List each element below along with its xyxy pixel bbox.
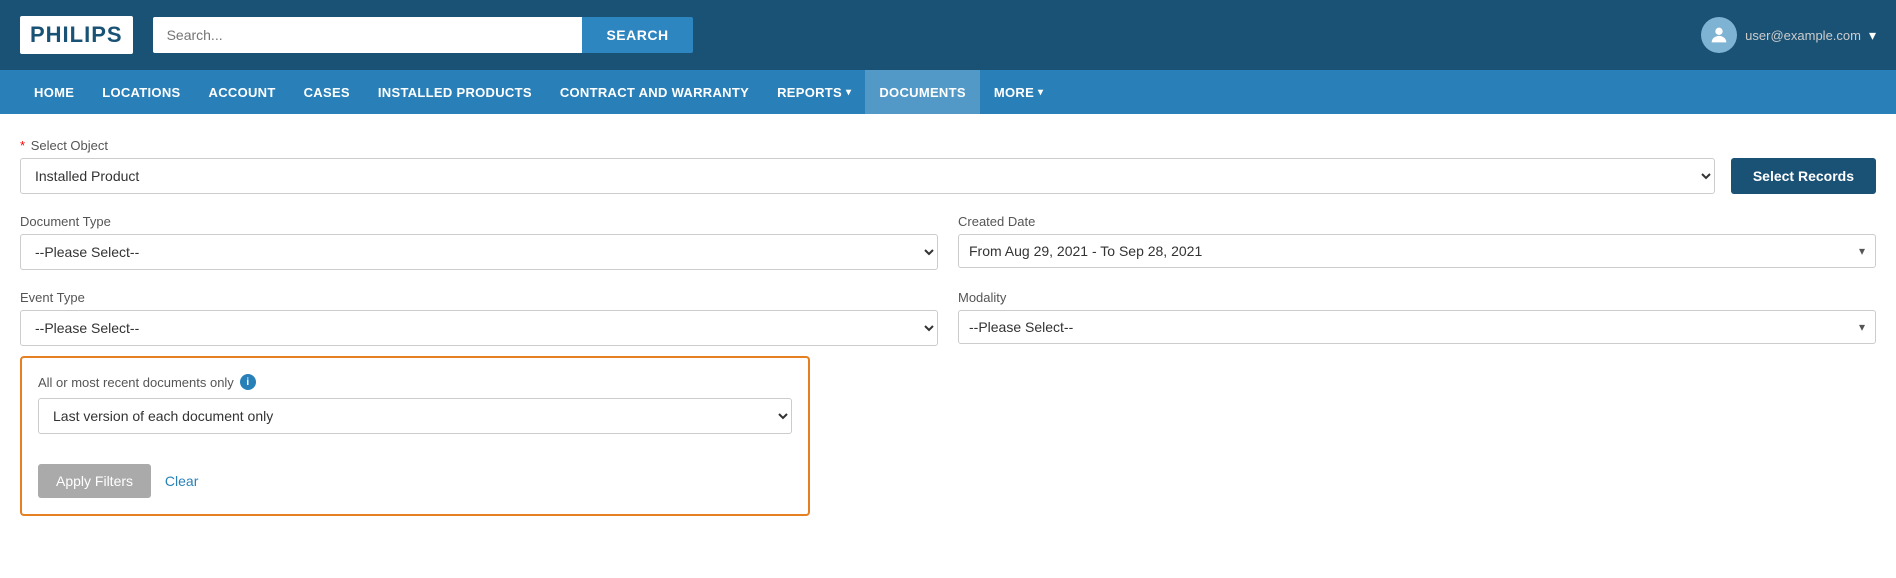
document-type-field: Document Type --Please Select-- — [20, 214, 938, 270]
recent-docs-box: All or most recent documents only i Last… — [20, 356, 810, 516]
user-chevron-icon: ▾ — [1869, 27, 1876, 44]
modality-placeholder: --Please Select-- — [969, 319, 1073, 335]
created-date-field: Created Date From Aug 29, 2021 - To Sep … — [958, 214, 1876, 270]
select-records-area: Select Records — [1731, 138, 1876, 194]
document-type-label: Document Type — [20, 214, 938, 229]
recent-docs-dropdown[interactable]: Last version of each document only — [38, 398, 792, 434]
select-records-button[interactable]: Select Records — [1731, 158, 1876, 194]
nav-item-home[interactable]: HOME — [20, 70, 88, 114]
modality-field: Modality --Please Select-- ▾ — [958, 290, 1876, 346]
nav-item-documents[interactable]: DOCUMENTS — [865, 70, 979, 114]
info-icon: i — [240, 374, 256, 390]
recent-docs-label: All or most recent documents only — [38, 375, 234, 390]
modality-chevron-icon: ▾ — [1859, 320, 1865, 334]
document-type-dropdown[interactable]: --Please Select-- — [20, 234, 938, 270]
reports-chevron-icon: ▾ — [846, 87, 851, 98]
user-name: user@example.com — [1745, 28, 1861, 43]
search-bar: SEARCH — [153, 17, 693, 53]
more-chevron-icon: ▾ — [1038, 87, 1043, 98]
required-indicator: * — [20, 138, 25, 153]
nav-item-locations[interactable]: LOCATIONS — [88, 70, 194, 114]
apply-filters-button[interactable]: Apply Filters — [38, 464, 151, 498]
philips-logo: PHILIPS — [20, 16, 133, 54]
nav-item-more[interactable]: MORE ▾ — [980, 70, 1058, 114]
search-input[interactable] — [153, 17, 583, 53]
nav-item-cases[interactable]: CASES — [290, 70, 364, 114]
created-date-value: From Aug 29, 2021 - To Sep 28, 2021 — [969, 243, 1202, 259]
event-type-label: Event Type — [20, 290, 938, 305]
modality-label: Modality — [958, 290, 1876, 305]
user-avatar-icon — [1701, 17, 1737, 53]
nav-item-account[interactable]: ACCOUNT — [195, 70, 290, 114]
modality-dropdown[interactable]: --Please Select-- ▾ — [958, 310, 1876, 344]
main-content: * Select Object Installed Product Select… — [0, 114, 1896, 540]
filters-grid: Document Type --Please Select-- Created … — [20, 214, 1876, 346]
nav-item-installed-products[interactable]: INSTALLED PRODUCTS — [364, 70, 546, 114]
top-row: * Select Object Installed Product Select… — [20, 138, 1876, 194]
clear-link[interactable]: Clear — [165, 473, 198, 489]
event-type-dropdown[interactable]: --Please Select-- — [20, 310, 938, 346]
created-date-label: Created Date — [958, 214, 1876, 229]
main-nav: HOME LOCATIONS ACCOUNT CASES INSTALLED P… — [0, 70, 1896, 114]
select-object-dropdown[interactable]: Installed Product — [20, 158, 1715, 194]
recent-docs-label-row: All or most recent documents only i — [38, 374, 792, 390]
action-buttons: Apply Filters Clear — [38, 450, 792, 498]
select-object-field: * Select Object Installed Product — [20, 138, 1715, 194]
nav-item-contract-warranty[interactable]: CONTRACT AND WARRANTY — [546, 70, 763, 114]
created-date-dropdown[interactable]: From Aug 29, 2021 - To Sep 28, 2021 ▾ — [958, 234, 1876, 268]
logo-text: PHILIPS — [30, 22, 123, 47]
select-object-label: * Select Object — [20, 138, 1715, 153]
search-button[interactable]: SEARCH — [582, 17, 692, 53]
user-area[interactable]: user@example.com ▾ — [1701, 17, 1876, 53]
event-type-field: Event Type --Please Select-- — [20, 290, 938, 346]
header: PHILIPS SEARCH user@example.com ▾ — [0, 0, 1896, 70]
nav-item-reports[interactable]: REPORTS ▾ — [763, 70, 865, 114]
created-date-chevron-icon: ▾ — [1859, 244, 1865, 258]
